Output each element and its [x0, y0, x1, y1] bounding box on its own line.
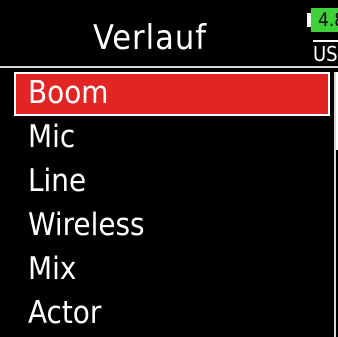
menu-item-label: Mic	[28, 119, 76, 155]
menu-item-label: Wireless	[28, 207, 145, 243]
menu-item-actor[interactable]: Actor	[14, 292, 334, 336]
menu-item-boom[interactable]: Boom	[14, 72, 330, 116]
header-divider	[0, 66, 338, 68]
menu-item-line[interactable]: Line	[14, 160, 334, 204]
menu-item-wireless[interactable]: Wireless	[14, 204, 334, 248]
page-title: Verlauf	[92, 18, 208, 58]
menu-item-label: Boom	[28, 75, 109, 111]
battery-icon: 4.8	[307, 8, 338, 32]
menu-list: Boom Mic Line Wireless Mix Actor	[14, 72, 334, 336]
power-source-label: USB	[313, 40, 338, 65]
menu-item-mic[interactable]: Mic	[14, 116, 334, 160]
battery-value: 4.8	[318, 9, 338, 31]
menu-item-label: Mix	[28, 251, 77, 287]
menu-item-mix[interactable]: Mix	[14, 248, 334, 292]
menu-scrollbar[interactable]	[334, 72, 338, 337]
menu-item-label: Actor	[28, 295, 102, 331]
menu-item-label: Line	[28, 163, 87, 199]
battery-level: 4.8	[311, 8, 338, 32]
device-screen: Verlauf 4.8 USB Boom Mic Line Wireless M…	[0, 0, 338, 337]
